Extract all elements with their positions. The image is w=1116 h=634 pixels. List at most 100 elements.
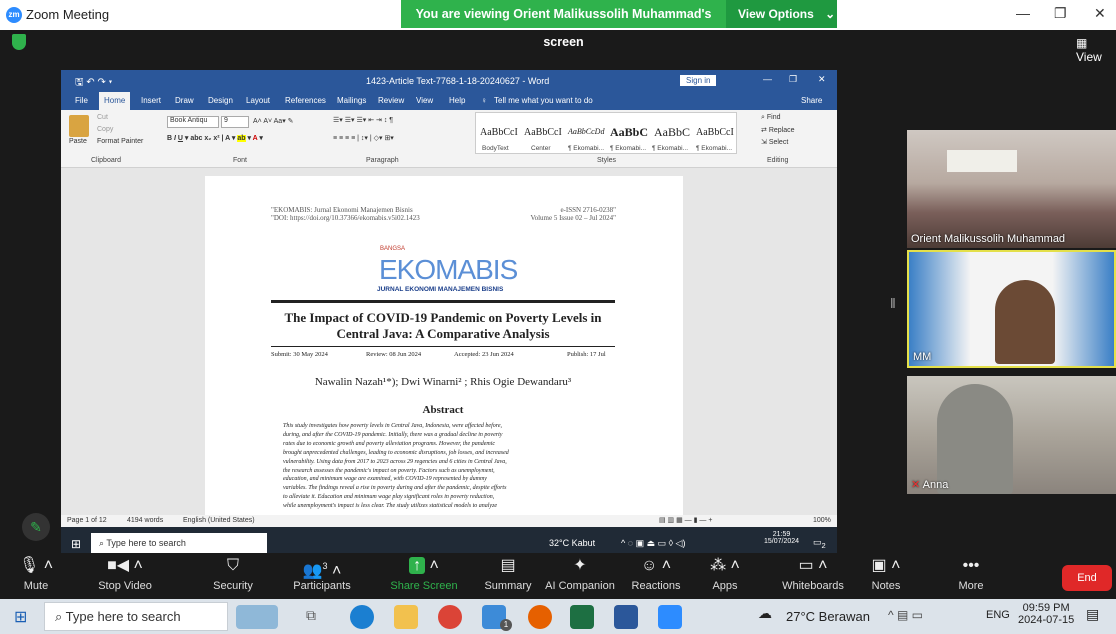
journal-doi[interactable]: "DOI: https://doi.org/10.37366/ekomabis.… xyxy=(271,214,420,222)
inner-tray-icons[interactable]: ^ ◌ ▣ ⏏ ▭ ◊ ◁) xyxy=(621,538,685,549)
reactions-button[interactable]: ☺ ˄ Reactions xyxy=(621,553,691,592)
close-button[interactable]: ✕ xyxy=(1094,5,1106,22)
view-button[interactable]: ▦ View xyxy=(1076,36,1116,64)
share-banner: You are viewing Orient Malikussolih Muha… xyxy=(401,0,726,49)
zoom-icon[interactable] xyxy=(658,605,682,629)
summary-button[interactable]: ▤ Summary xyxy=(473,553,543,592)
paste-label[interactable]: Paste xyxy=(69,138,87,145)
taskbar-search-box[interactable]: ⌕ Type here to search xyxy=(44,602,228,631)
ai-companion-button[interactable]: ✦ AI Companion xyxy=(540,553,620,592)
notes-button[interactable]: ▣ ˄ Notes xyxy=(856,553,916,592)
tab-insert[interactable]: Insert xyxy=(141,96,161,105)
word-icon[interactable] xyxy=(614,605,638,629)
format-painter-button[interactable]: Format Painter xyxy=(97,138,143,145)
cut-button[interactable]: Cut xyxy=(97,114,108,121)
participants-button[interactable]: 👥3 ˄ Participants xyxy=(287,553,357,592)
font-size-select[interactable]: 9 xyxy=(221,116,249,128)
maximize-button[interactable]: ❐ xyxy=(1054,5,1067,22)
style-name: ¶ Ekomabi... xyxy=(610,145,647,152)
chrome-icon[interactable] xyxy=(438,605,462,629)
inner-notification-icon[interactable]: ▭2 xyxy=(813,537,826,550)
styles-gallery[interactable]: AaBbCcI BodyText AaBbCcI Center AaBbCcDd… xyxy=(475,112,737,154)
tab-home[interactable]: Home xyxy=(99,92,131,110)
tab-design[interactable]: Design xyxy=(208,96,233,105)
style-preview[interactable]: AaBbC xyxy=(610,125,648,140)
font-format-icons[interactable]: B I U ▾ abc x₂ x² | A ▾ ab ▾ A ▾ xyxy=(167,134,263,142)
file-explorer-icon[interactable] xyxy=(394,605,418,629)
tell-me-input[interactable]: Tell me what you want to do xyxy=(494,96,593,105)
annotate-pen-icon[interactable]: ✎ xyxy=(22,513,50,541)
style-preview[interactable]: AaBbCcI xyxy=(480,127,518,138)
minimize-icon[interactable]: — xyxy=(763,74,772,84)
encryption-shield-icon[interactable] xyxy=(12,34,26,50)
style-preview[interactable]: AaBbC xyxy=(654,125,690,140)
participant-tile[interactable]: ✕ Anna xyxy=(907,376,1116,494)
replace-button[interactable]: ⇄ Replace xyxy=(761,126,795,134)
firefox-icon[interactable] xyxy=(528,605,552,629)
paste-icon[interactable] xyxy=(69,115,89,137)
list-icons[interactable]: ☰▾ ☰▾ ☰▾ ⇤ ⇥ ↕ ¶ xyxy=(333,116,393,124)
participant-tile[interactable]: Orient Malikussolih Muhammad xyxy=(907,130,1116,248)
style-preview[interactable]: AaBbCcI xyxy=(696,127,734,138)
page-count[interactable]: Page 1 of 12 xyxy=(67,517,107,524)
maximize-icon[interactable]: ❐ xyxy=(789,74,797,85)
find-button[interactable]: ⌕ Find xyxy=(761,114,781,122)
notification-icon[interactable]: ▤ xyxy=(1086,606,1099,623)
participant-name: Anna xyxy=(922,479,949,491)
participant-tile-active[interactable]: MM xyxy=(907,250,1116,368)
inner-clock[interactable]: 21:59 15/07/2024 xyxy=(764,531,799,545)
font-name-select[interactable]: Book Antiqu xyxy=(167,116,219,128)
select-button[interactable]: ⇲ Select xyxy=(761,138,788,146)
tab-file[interactable]: File xyxy=(75,96,88,105)
quick-access-icons[interactable]: 🖫 ↶ ↷ ▾ xyxy=(75,75,112,92)
share-button[interactable]: Share xyxy=(801,96,822,105)
document-page[interactable]: "EKOMABIS: Jurnal Ekonomi Manajemen Bisn… xyxy=(205,176,683,521)
inner-search-box[interactable]: ⌕ Type here to search xyxy=(91,533,267,553)
more-button[interactable]: ••• More xyxy=(936,553,1006,592)
tray-icons[interactable]: ^ ▤ ▭ xyxy=(888,608,923,622)
tab-help[interactable]: Help xyxy=(449,96,465,105)
stop-video-button[interactable]: ■◀ ˄ Stop Video xyxy=(90,553,160,592)
view-mode-icons[interactable]: ▤ ▥ ▦ — ▮ — + xyxy=(659,516,712,524)
zoom-level[interactable]: 100% xyxy=(813,517,831,524)
mute-button[interactable]: 🎙︎ ˄ Mute xyxy=(8,553,64,592)
sign-in-button[interactable]: Sign in xyxy=(680,75,717,86)
inner-weather[interactable]: 32°C Kabut xyxy=(549,538,595,548)
style-preview[interactable]: AaBbCcI xyxy=(524,127,562,138)
font-grow-icons[interactable]: A˄ A˅ Aa▾ ✎ xyxy=(253,117,294,125)
control-label: Notes xyxy=(871,580,901,592)
windows-start-icon[interactable]: ⊞ xyxy=(71,537,81,551)
share-screen-button[interactable]: ↑ ˄ Share Screen xyxy=(389,553,459,592)
task-view-icon[interactable]: ⧉ xyxy=(306,607,316,624)
windows-start-icon[interactable]: ⊞ xyxy=(14,607,27,627)
edge-icon[interactable] xyxy=(350,605,374,629)
security-button[interactable]: ⛉ Security xyxy=(198,553,268,592)
apps-button[interactable]: ⁂ ˄ Apps xyxy=(690,553,760,592)
tab-mailings[interactable]: Mailings xyxy=(337,96,366,105)
control-label: Summary xyxy=(484,580,532,592)
whiteboards-button[interactable]: ▭ ˄ Whiteboards xyxy=(768,553,858,592)
system-clock[interactable]: 09:59 PM 2024-07-15 xyxy=(1018,602,1074,626)
end-button[interactable]: End xyxy=(1062,565,1112,591)
align-icons[interactable]: ≡ ≡ ≡ ≡ | ↕▾ | ◇▾ ⊞▾ xyxy=(333,134,394,142)
tab-draw[interactable]: Draw xyxy=(175,96,194,105)
participants-icon: 👥3 ˄ xyxy=(302,561,342,580)
minimize-button[interactable]: — xyxy=(1016,5,1030,21)
tab-references[interactable]: References xyxy=(285,96,326,105)
style-preview[interactable]: AaBbCcDd xyxy=(568,127,604,136)
panel-resize-handle[interactable]: ‖ xyxy=(890,295,896,311)
word-count[interactable]: 4194 words xyxy=(127,517,163,524)
view-options-button[interactable]: View Options ⌄ xyxy=(726,0,837,28)
weather-text[interactable]: 27°C Berawan xyxy=(786,609,870,624)
language[interactable]: English (United States) xyxy=(183,517,255,524)
weather-icon[interactable]: ☁ xyxy=(758,605,772,622)
language-indicator[interactable]: ENG xyxy=(986,609,1010,621)
copy-button[interactable]: Copy xyxy=(97,126,113,133)
search-highlight-icon[interactable] xyxy=(236,605,278,629)
title-line-2: Central Java: A Comparative Analysis xyxy=(336,326,550,341)
excel-icon[interactable] xyxy=(570,605,594,629)
close-icon[interactable]: ✕ xyxy=(818,74,826,85)
tab-review[interactable]: Review xyxy=(378,96,404,105)
tab-view[interactable]: View xyxy=(416,96,433,105)
tab-layout[interactable]: Layout xyxy=(246,96,270,105)
